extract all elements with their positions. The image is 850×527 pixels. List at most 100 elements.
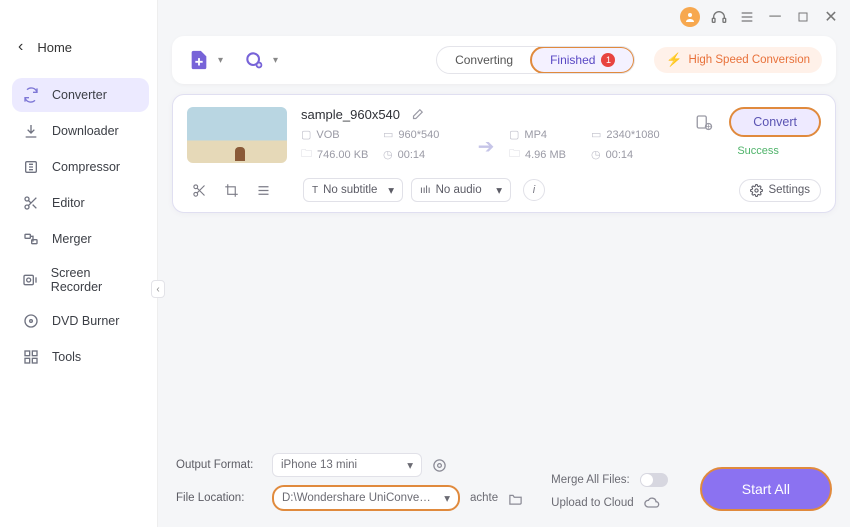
crop-icon[interactable] — [219, 178, 243, 202]
clock-icon: ◷ — [591, 148, 601, 161]
sidebar-item-merger[interactable]: Merger — [12, 222, 149, 256]
refresh-icon — [22, 86, 40, 104]
file-location-label: File Location: — [176, 492, 262, 504]
chevron-left-icon: ‹ — [18, 38, 23, 56]
tab-label: Finished — [550, 53, 595, 67]
download-icon — [22, 122, 40, 140]
settings-button[interactable]: Settings — [739, 179, 821, 202]
headset-icon[interactable] — [710, 8, 728, 26]
src-duration: ◷00:14 — [383, 148, 463, 161]
dst-size: 🗀4.96 MB — [509, 145, 579, 164]
file-card: sample_960x540 ▢VOB ▭960*540 ➔ ▢MP4 ▭234… — [172, 94, 836, 213]
edit-filename-icon[interactable] — [410, 108, 424, 122]
video-thumbnail[interactable] — [187, 107, 287, 163]
nav-list: Converter Downloader Compressor Editor M… — [0, 74, 157, 374]
add-url-icon[interactable] — [241, 47, 267, 73]
folder-icon: 🗀 — [509, 145, 520, 164]
sidebar-item-screenrecorder[interactable]: Screen Recorder — [12, 258, 149, 302]
minimize-icon[interactable]: ─ — [766, 8, 784, 26]
home-nav[interactable]: ‹ Home — [0, 30, 157, 74]
more-icon[interactable] — [251, 178, 275, 202]
footer: Output Format: iPhone 13 mini ▾ File Loc… — [158, 441, 850, 527]
preset-settings-icon[interactable] — [695, 113, 713, 131]
output-format-select[interactable]: iPhone 13 mini ▾ — [272, 453, 422, 477]
audio-value: No audio — [436, 184, 482, 196]
sidebar-item-converter[interactable]: Converter — [12, 78, 149, 112]
tab-label: Converting — [455, 53, 513, 67]
info-icon[interactable]: i — [523, 179, 545, 201]
merge-icon — [22, 230, 40, 248]
tab-finished[interactable]: Finished 1 — [530, 46, 635, 74]
open-folder-icon[interactable] — [508, 491, 523, 506]
sidebar-item-dvdburner[interactable]: DVD Burner — [12, 304, 149, 338]
trim-icon[interactable] — [187, 178, 211, 202]
file-location-select[interactable]: D:\Wondershare UniConverter 1 ▾ — [272, 485, 460, 511]
sidebar-item-label: Tools — [52, 350, 81, 364]
src-resolution: ▭960*540 — [383, 128, 463, 141]
sidebar-item-label: DVD Burner — [52, 314, 119, 328]
tab-converting[interactable]: Converting — [437, 47, 531, 73]
sidebar-item-label: Converter — [52, 88, 107, 102]
chevron-down-icon: ▾ — [496, 183, 502, 197]
close-icon[interactable]: ✕ — [822, 8, 840, 26]
audio-select[interactable]: ıılı No audio ▾ — [411, 178, 511, 202]
maximize-icon[interactable] — [794, 8, 812, 26]
audio-icon: ıılı — [420, 185, 431, 196]
dst-duration: ◷00:14 — [591, 148, 673, 161]
high-speed-label: High Speed Conversion — [689, 54, 810, 66]
output-format-label: Output Format: — [176, 459, 262, 471]
file-name: sample_960x540 — [301, 107, 400, 122]
sidebar-collapse-handle[interactable]: ‹ — [151, 280, 165, 298]
arrow-right-icon: ➔ — [478, 134, 495, 159]
start-all-button[interactable]: Start All — [700, 467, 832, 511]
main-area: ─ ✕ ▾ ▾ Converting Finished 1 ⚡ High Spe… — [158, 0, 850, 527]
bolt-icon: ⚡ — [666, 52, 682, 68]
sidebar-item-label: Compressor — [52, 160, 120, 174]
subtitle-value: No subtitle — [323, 184, 377, 196]
output-format-value: iPhone 13 mini — [281, 459, 357, 471]
upload-label: Upload to Cloud — [551, 497, 633, 509]
sidebar-item-tools[interactable]: Tools — [12, 340, 149, 374]
sidebar-item-label: Downloader — [52, 124, 119, 138]
sidebar: ‹ Home Converter Downloader Compressor E… — [0, 0, 158, 527]
subtitle-icon: T — [312, 185, 318, 196]
add-file-dropdown[interactable]: ▾ — [218, 55, 223, 66]
add-url-dropdown[interactable]: ▾ — [273, 55, 278, 66]
disc-icon — [22, 312, 40, 330]
cloud-icon[interactable] — [644, 495, 660, 511]
home-label: Home — [37, 40, 72, 55]
sidebar-item-downloader[interactable]: Downloader — [12, 114, 149, 148]
sidebar-item-compressor[interactable]: Compressor — [12, 150, 149, 184]
finished-count-badge: 1 — [601, 53, 615, 67]
scissors-icon — [22, 194, 40, 212]
subtitle-select[interactable]: T No subtitle ▾ — [303, 178, 403, 202]
src-size: 🗀746.00 KB — [301, 145, 371, 164]
high-speed-button[interactable]: ⚡ High Speed Conversion — [654, 47, 822, 73]
add-file-icon[interactable] — [186, 47, 212, 73]
film-icon: ▢ — [301, 128, 311, 141]
grid-icon — [22, 348, 40, 366]
sidebar-item-label: Screen Recorder — [51, 266, 139, 294]
convert-button[interactable]: Convert — [729, 107, 821, 137]
record-icon — [22, 271, 39, 289]
sidebar-item-editor[interactable]: Editor — [12, 186, 149, 220]
settings-label: Settings — [768, 184, 810, 196]
merge-toggle[interactable] — [640, 473, 668, 487]
dst-format: ▢MP4 — [509, 128, 579, 141]
folder-icon: 🗀 — [301, 145, 312, 164]
output-settings-icon[interactable] — [432, 458, 447, 473]
screen-icon: ▭ — [383, 128, 393, 141]
sidebar-item-label: Merger — [52, 232, 92, 246]
file-location-value: D:\Wondershare UniConverter 1 — [282, 492, 432, 504]
tabs: Converting Finished 1 — [436, 46, 635, 74]
topbar: ▾ ▾ Converting Finished 1 ⚡ High Speed C… — [172, 36, 836, 84]
status-success: Success — [737, 145, 779, 157]
compress-icon — [22, 158, 40, 176]
chevron-down-icon: ▾ — [388, 183, 394, 197]
sidebar-item-label: Editor — [52, 196, 85, 210]
menu-icon[interactable] — [738, 8, 756, 26]
user-avatar-icon[interactable] — [680, 7, 700, 27]
src-format: ▢VOB — [301, 128, 371, 141]
titlebar: ─ ✕ — [158, 0, 850, 30]
merge-label: Merge All Files: — [551, 474, 630, 486]
